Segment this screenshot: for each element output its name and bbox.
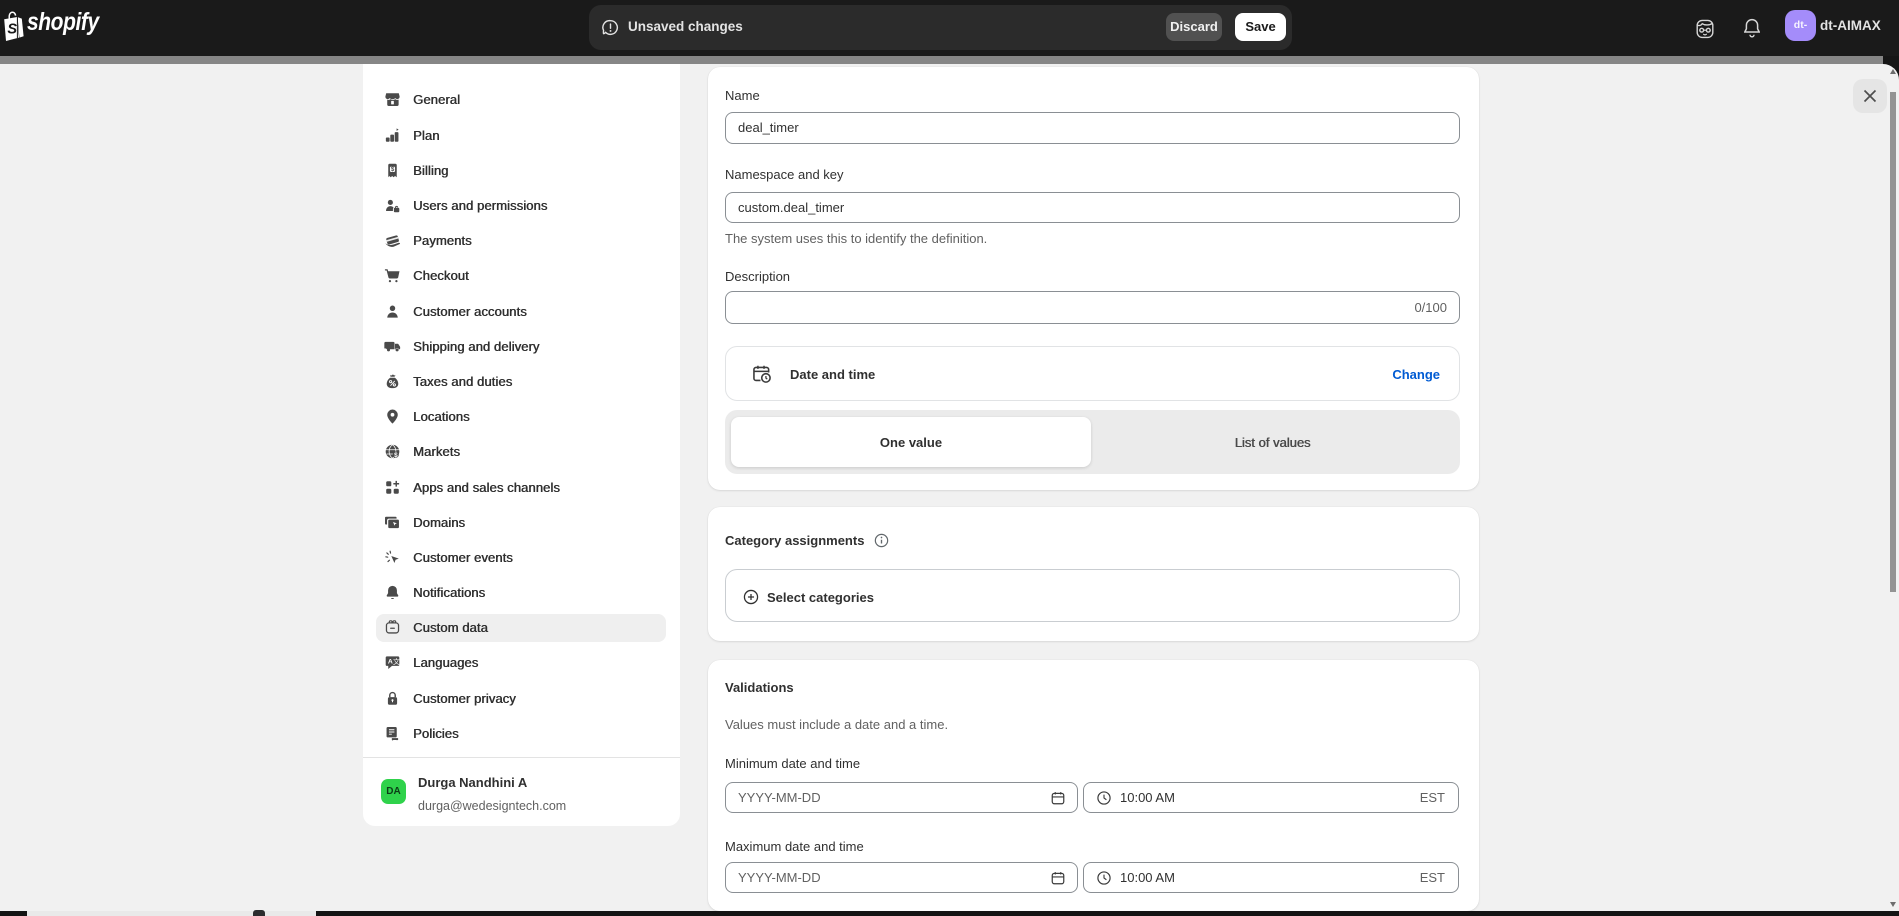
svg-text:S: S [7,22,17,38]
svg-text:$: $ [394,452,398,459]
svg-text:文: 文 [393,658,400,667]
svg-text:A: A [388,659,393,666]
